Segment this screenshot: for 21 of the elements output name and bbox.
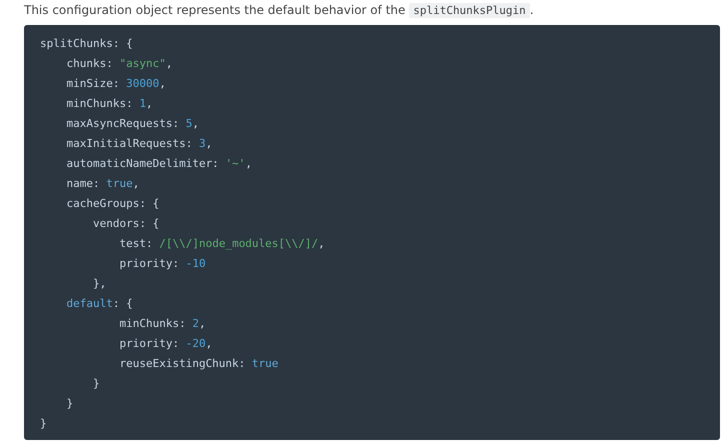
- code-line: cacheGroups: {: [65, 197, 160, 210]
- code-line: maxAsyncRequests: 5,: [65, 117, 199, 130]
- code-line: automaticNameDelimiter: '~',: [65, 157, 252, 170]
- code-line: splitChunks: {: [40, 37, 133, 50]
- code-line: }: [92, 377, 100, 390]
- code-line: default: {: [65, 297, 133, 310]
- code-line: maxInitialRequests: 3,: [65, 137, 212, 150]
- code-line: test: /[\\/]node_modules[\\/]/,: [118, 237, 325, 250]
- code-line: minChunks: 2,: [118, 317, 206, 330]
- intro-text: This configuration object represents the default behavior of the splitChunksPlugin .: [24, 3, 534, 17]
- code-line: priority: -10: [118, 257, 206, 270]
- code-line: vendors: {: [92, 217, 160, 230]
- code-line: minSize: 30000,: [65, 77, 166, 90]
- code-line: name: true,: [65, 177, 140, 190]
- code-line: }: [40, 417, 47, 430]
- code-line: priority: -20,: [118, 337, 212, 350]
- code-line: }: [65, 397, 74, 410]
- code-line: minChunks: 1,: [65, 97, 153, 110]
- code-line: chunks: "async",: [65, 57, 172, 70]
- code-line: reuseExistingChunk: true: [118, 357, 278, 370]
- code-line: },: [92, 277, 106, 290]
